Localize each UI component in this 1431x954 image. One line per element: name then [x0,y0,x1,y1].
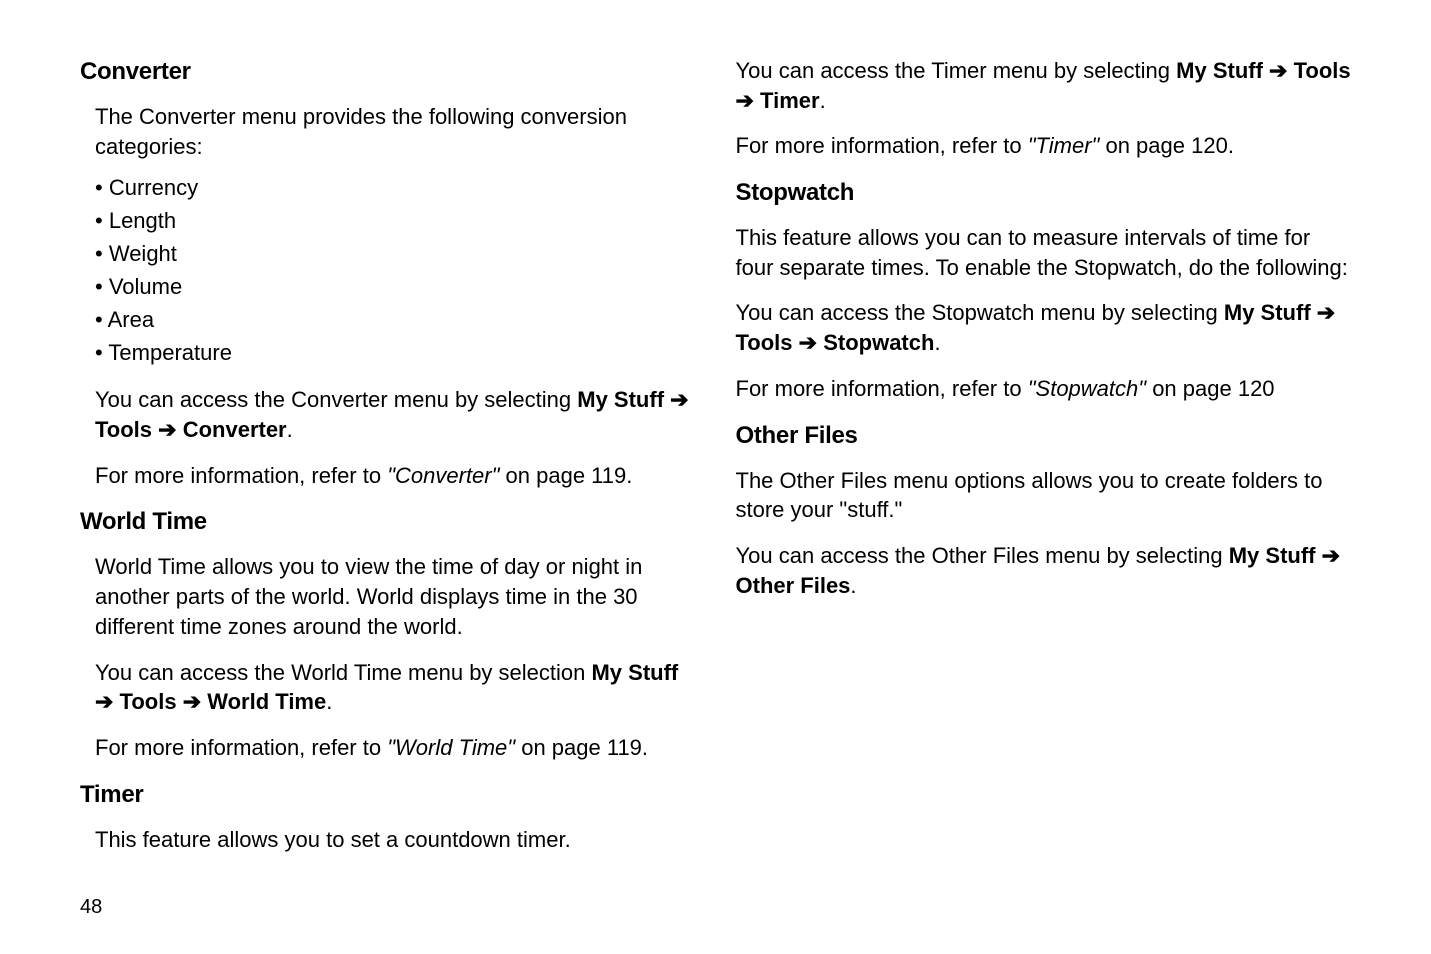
list-item: Currency [95,171,696,204]
list-item: Volume [95,270,696,303]
stopwatch-more: For more information, refer to "Stopwatc… [736,374,1352,404]
path-part: Tools [120,689,177,714]
worldtime-intro: World Time allows you to view the time o… [95,552,696,641]
list-item: Weight [95,237,696,270]
otherfiles-access: You can access the Other Files menu by s… [736,541,1352,600]
text: . [287,417,293,442]
text: on page 120. [1099,133,1234,158]
path-part: My Stuff [577,387,664,412]
text: You can access the Timer menu by selecti… [736,58,1177,83]
left-column: Converter The Converter menu provides th… [80,50,696,914]
timer-access: You can access the Timer menu by selecti… [736,56,1352,115]
heading-timer: Timer [80,781,696,809]
text: For more information, refer to [736,133,1028,158]
text: You can access the Other Files menu by s… [736,543,1229,568]
path-part: My Stuff [1224,300,1311,325]
text: on page 120 [1146,376,1274,401]
text: on page 119. [499,463,632,488]
arrow-icon: ➔ [1263,58,1294,83]
path-part: Other Files [736,573,851,598]
list-item: Temperature [95,336,696,369]
text: You can access the Converter menu by sel… [95,387,577,412]
text: For more information, refer to [736,376,1028,401]
worldtime-access: You can access the World Time menu by se… [95,658,696,717]
text: . [326,689,332,714]
path-part: World Time [207,689,326,714]
stopwatch-access: You can access the Stopwatch menu by sel… [736,298,1352,357]
arrow-icon: ➔ [664,387,689,412]
arrow-icon: ➔ [177,689,208,714]
path-part: My Stuff [1176,58,1263,83]
path-part: Converter [183,417,287,442]
list-item: Length [95,204,696,237]
text: . [820,88,826,113]
path-part: Tools [1294,58,1351,83]
text: For more information, refer to [95,463,387,488]
path-part: Tools [736,330,793,355]
otherfiles-intro: The Other Files menu options allows you … [736,466,1352,525]
text: . [850,573,856,598]
converter-list: Currency Length Weight Volume Area Tempe… [95,171,696,369]
text: You can access the World Time menu by se… [95,660,591,685]
right-column: You can access the Timer menu by selecti… [736,50,1352,914]
path-part: My Stuff [591,660,678,685]
path-part: My Stuff [1229,543,1316,568]
heading-converter: Converter [80,58,696,86]
ref: "World Time" [387,735,515,760]
timer-intro: This feature allows you to set a countdo… [95,825,696,855]
path-part: Stopwatch [823,330,934,355]
heading-stopwatch: Stopwatch [736,179,1352,207]
arrow-icon: ➔ [736,88,761,113]
ref: "Stopwatch" [1028,376,1146,401]
arrow-icon: ➔ [95,689,120,714]
text: For more information, refer to [95,735,387,760]
worldtime-more: For more information, refer to "World Ti… [95,733,696,763]
converter-intro: The Converter menu provides the followin… [95,102,696,161]
timer-more: For more information, refer to "Timer" o… [736,131,1352,161]
page: Converter The Converter menu provides th… [0,0,1431,954]
arrow-icon: ➔ [1311,300,1336,325]
text: on page 119. [515,735,648,760]
ref: "Converter" [387,463,499,488]
text: You can access the Stopwatch menu by sel… [736,300,1224,325]
stopwatch-intro: This feature allows you can to measure i… [736,223,1352,282]
heading-other-files: Other Files [736,422,1352,450]
path-part: Timer [760,88,820,113]
arrow-icon: ➔ [1316,543,1341,568]
heading-world-time: World Time [80,508,696,536]
ref: "Timer" [1028,133,1100,158]
arrow-icon: ➔ [152,417,183,442]
page-number: 48 [80,896,102,919]
text: . [934,330,940,355]
converter-access: You can access the Converter menu by sel… [95,385,696,444]
path-part: Tools [95,417,152,442]
list-item: Area [95,303,696,336]
converter-more: For more information, refer to "Converte… [95,461,696,491]
arrow-icon: ➔ [793,330,824,355]
